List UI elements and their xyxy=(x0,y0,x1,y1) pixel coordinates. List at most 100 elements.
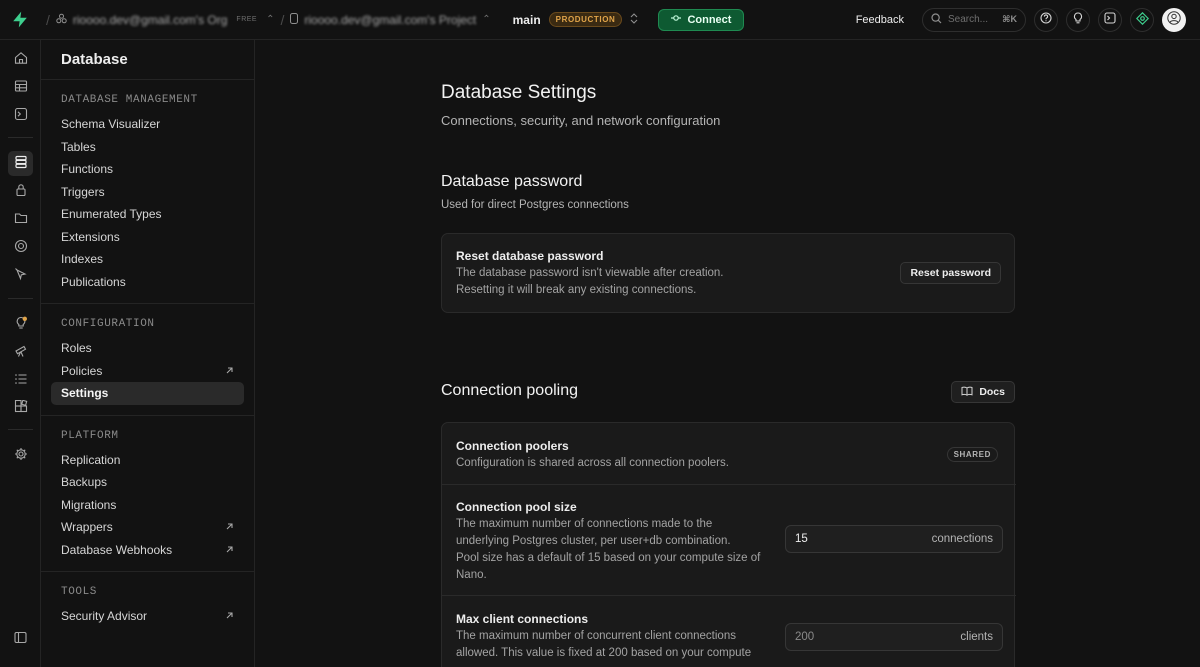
external-link-icon xyxy=(225,609,234,623)
sidebar-item-extensions[interactable]: Extensions xyxy=(51,226,244,249)
sidebar-item-settings[interactable]: Settings xyxy=(51,382,244,405)
avatar[interactable] xyxy=(1162,7,1186,32)
shared-badge: SHARED xyxy=(946,447,998,462)
sidebar-item-label: Settings xyxy=(61,386,109,401)
database-icon xyxy=(14,155,28,172)
sidebar-item-schema-visualizer[interactable]: Schema Visualizer xyxy=(51,113,244,136)
rail-observability[interactable] xyxy=(8,340,33,365)
external-link-icon xyxy=(225,543,234,557)
rail-realtime[interactable] xyxy=(8,263,33,288)
sidebar-item-backups[interactable]: Backups xyxy=(51,471,244,494)
password-section-subtitle: Used for direct Postgres connections xyxy=(441,199,629,211)
rail-advisors[interactable] xyxy=(8,312,33,337)
search-button[interactable]: Search... ⌘K xyxy=(922,7,1026,32)
sidebar-section-configuration: CONFIGURATION Roles Policies Settings xyxy=(41,304,254,416)
sidebar-item-indexes[interactable]: Indexes xyxy=(51,248,244,271)
gear-icon xyxy=(14,447,28,464)
rail-storage[interactable] xyxy=(8,207,33,232)
pool-size-row: Connection pool size The maximum number … xyxy=(442,484,1016,586)
sidebar-item-security-advisor[interactable]: Security Advisor xyxy=(51,605,244,628)
sidebar-section-tools: TOOLS Security Advisor xyxy=(41,572,254,638)
rail-logs[interactable] xyxy=(8,368,33,393)
sidebar-item-functions[interactable]: Functions xyxy=(51,158,244,181)
rail-database[interactable] xyxy=(8,151,33,176)
sidebar-item-wrappers[interactable]: Wrappers xyxy=(51,516,244,539)
top-bar: / rioooo.dev@gmail.com's Org FREE ⌃ / ri… xyxy=(0,0,1200,40)
home-icon xyxy=(14,51,28,68)
telescope-icon xyxy=(14,344,28,361)
sidebar-item-roles[interactable]: Roles xyxy=(51,337,244,360)
assistant-button[interactable] xyxy=(1130,7,1154,32)
pool-size-input[interactable] xyxy=(795,533,895,545)
feedback-button[interactable]: Feedback xyxy=(856,14,904,26)
sidebar-item-database-webhooks[interactable]: Database Webhooks xyxy=(51,539,244,562)
max-client-row: Max client connections The maximum numbe… xyxy=(442,595,1016,667)
sql-editor-button[interactable] xyxy=(1098,7,1122,32)
rail-integrations[interactable] xyxy=(8,396,33,421)
sidebar-item-triggers[interactable]: Triggers xyxy=(51,181,244,204)
edge-functions-icon xyxy=(14,239,28,256)
sidebar-item-label: Database Webhooks xyxy=(61,542,173,557)
breadcrumb-org[interactable]: rioooo.dev@gmail.com's Org FREE ⌃ xyxy=(56,12,275,27)
org-plan-badge: FREE xyxy=(236,16,258,23)
sidebar-item-publications[interactable]: Publications xyxy=(51,271,244,294)
advisor-button[interactable] xyxy=(1066,7,1090,32)
project-name: rioooo.dev@gmail.com's Project xyxy=(304,12,477,27)
reset-password-desc-line-1: The database password isn't viewable aft… xyxy=(456,267,724,279)
reset-password-desc-line-2: Resetting it will break any existing con… xyxy=(456,284,697,296)
folder-icon xyxy=(14,211,28,228)
org-name: rioooo.dev@gmail.com's Org xyxy=(72,12,228,27)
sidebar-item-label: Schema Visualizer xyxy=(61,117,161,132)
sidebar-item-tables[interactable]: Tables xyxy=(51,136,244,159)
main-content: Database Settings Connections, security,… xyxy=(255,40,1200,667)
rail-edge-functions[interactable] xyxy=(8,235,33,260)
book-icon xyxy=(961,386,973,399)
pool-size-desc-line-3: Pool size has a default of 15 based on y… xyxy=(456,552,761,564)
branch-selector[interactable]: main PRODUCTION xyxy=(513,12,639,27)
project-icon xyxy=(290,12,299,27)
reset-password-card: Reset database password The database pas… xyxy=(441,233,1015,313)
sidebar-item-migrations[interactable]: Migrations xyxy=(51,494,244,517)
reset-password-button[interactable]: Reset password xyxy=(900,262,1001,284)
lightbulb-icon xyxy=(1072,12,1084,27)
rail-table-editor[interactable] xyxy=(8,75,33,100)
connect-button[interactable]: Connect xyxy=(658,8,745,31)
sidebar-item-label: Tables xyxy=(61,139,96,154)
pooling-card: Connection poolers Configuration is shar… xyxy=(441,422,1016,667)
search-placeholder: Search... xyxy=(948,14,989,25)
cursor-click-icon xyxy=(14,267,28,284)
database-sidebar: Database DATABASE MANAGEMENT Schema Visu… xyxy=(41,40,255,667)
rail-authentication[interactable] xyxy=(8,179,33,204)
terminal-icon xyxy=(1104,12,1116,27)
supabase-logo-icon[interactable] xyxy=(0,0,40,40)
page-subtitle: Connections, security, and network confi… xyxy=(441,113,721,128)
pool-size-field[interactable]: connections xyxy=(785,525,1003,553)
sidebar-item-policies[interactable]: Policies xyxy=(51,360,244,383)
external-link-icon xyxy=(225,364,234,378)
help-icon xyxy=(1040,12,1052,27)
sidebar-item-enumerated-types[interactable]: Enumerated Types xyxy=(51,203,244,226)
sidebar-item-label: Triggers xyxy=(61,184,105,199)
chevron-up-down-icon: ⌃ xyxy=(266,14,275,25)
max-client-field[interactable]: clients xyxy=(785,623,1003,651)
sidebar-item-label: Publications xyxy=(61,274,126,289)
rail-sql-editor[interactable] xyxy=(8,103,33,128)
pool-size-unit: connections xyxy=(931,533,993,545)
help-button[interactable] xyxy=(1034,7,1058,32)
sidebar-item-label: Migrations xyxy=(61,497,117,512)
lightbulb-icon xyxy=(14,316,28,333)
sidebar-section-platform: PLATFORM Replication Backups Migrations … xyxy=(41,416,254,572)
table-icon xyxy=(14,79,28,96)
reset-password-title: Reset database password xyxy=(456,249,604,263)
pool-size-desc-line-4: Nano. xyxy=(456,569,487,581)
chevron-up-down-icon xyxy=(630,12,638,27)
max-client-desc-line-1: The maximum number of concurrent client … xyxy=(456,630,736,642)
sidebar-item-replication[interactable]: Replication xyxy=(51,449,244,472)
max-client-input[interactable] xyxy=(795,631,895,643)
rail-divider xyxy=(8,137,33,138)
docs-button[interactable]: Docs xyxy=(951,381,1015,403)
rail-project-settings[interactable] xyxy=(8,443,33,468)
rail-home[interactable] xyxy=(8,47,33,72)
rail-collapse-toggle[interactable] xyxy=(8,626,33,651)
breadcrumb-project[interactable]: rioooo.dev@gmail.com's Project ⌃ xyxy=(290,12,491,27)
